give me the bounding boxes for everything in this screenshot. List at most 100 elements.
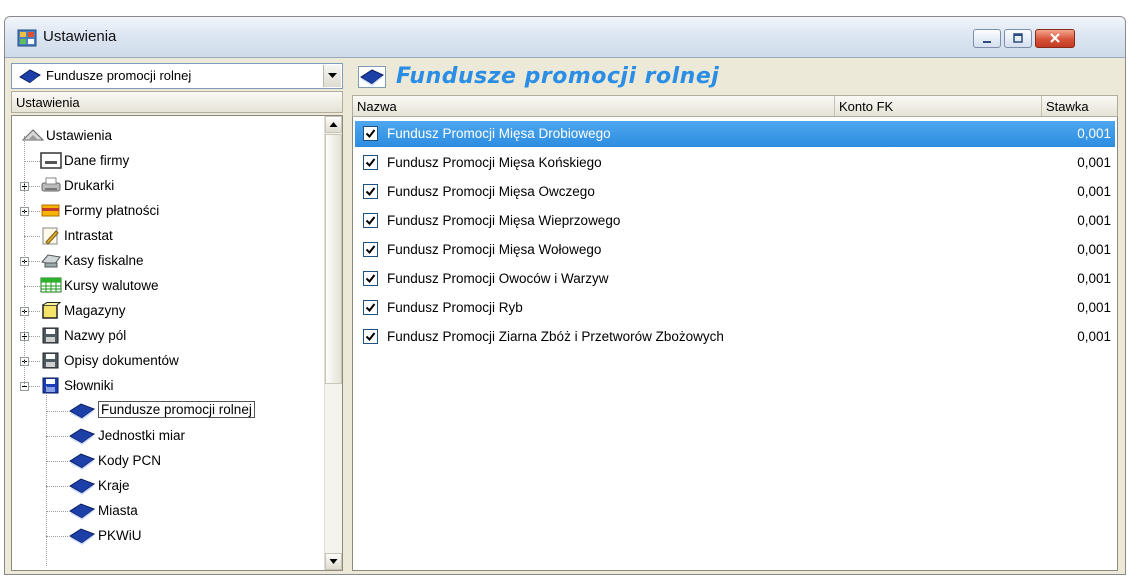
document-pencil-icon: [40, 227, 62, 248]
tree-node-label: PKWiU: [98, 528, 142, 543]
scroll-down-button[interactable]: [325, 553, 342, 570]
tree-node[interactable]: Ustawienia: [12, 124, 322, 149]
combo-dropdown-button[interactable]: [323, 65, 341, 87]
content-title: Fundusze promocji rolnej: [396, 64, 720, 89]
tree-node-label: Fundusze promocji rolnej: [98, 401, 255, 418]
checkmark-icon: [365, 158, 376, 168]
content-pane: Fundusze promocji rolnej Nazwa Konto FK …: [352, 59, 1120, 571]
checkmark-icon: [365, 129, 376, 139]
tree-scrollbar[interactable]: [324, 116, 342, 570]
checkmark-icon: [365, 187, 376, 197]
tree-node[interactable]: Intrastat: [12, 224, 322, 249]
pane-splitter[interactable]: [345, 59, 351, 571]
tree-node[interactable]: Formy płatności: [12, 199, 322, 224]
column-header-nazwa[interactable]: Nazwa: [353, 96, 835, 116]
checkmark-icon: [365, 303, 376, 313]
table-row[interactable]: Fundusz Promocji Mięsa Wołowego 0,001: [355, 237, 1115, 263]
fund-rate: 0,001: [1077, 329, 1111, 344]
tree-node[interactable]: Kasy fiskalne: [12, 249, 322, 274]
tree-node-label: Formy płatności: [64, 203, 160, 218]
row-checkbox[interactable]: [363, 155, 378, 170]
funds-grid: Fundusz Promocji Mięsa Drobiowego 0,001 Fu…: [352, 117, 1118, 571]
tree-node-label: Kody PCN: [98, 453, 162, 468]
minimize-icon: [983, 41, 991, 43]
floppy-icon: [40, 327, 62, 347]
table-row[interactable]: Fundusz Promocji Mięsa Wieprzowego 0,001: [355, 208, 1115, 234]
close-button[interactable]: [1035, 29, 1075, 48]
table-row[interactable]: Fundusz Promocji Ziarna Zbóż i Przetworó…: [355, 324, 1115, 350]
tree-node[interactable]: Opisy dokumentów: [12, 349, 322, 374]
tree-node-label: Nazwy pól: [64, 328, 127, 343]
table-row[interactable]: Fundusz Promocji Mięsa Owczego 0,001: [355, 179, 1115, 205]
tree-node-label: Kursy walutowe: [64, 278, 159, 293]
tree-node[interactable]: Jednostki miar: [12, 424, 322, 449]
book-icon: [68, 502, 96, 523]
tree-connector: [46, 411, 68, 412]
table-row[interactable]: Fundusz Promocji Mięsa Drobiowego 0,001: [355, 121, 1115, 147]
book-icon: [68, 427, 96, 448]
tree-node-label: Intrastat: [64, 228, 113, 243]
row-checkbox[interactable]: [363, 242, 378, 257]
settings-window: Ustawienia Fundusze promocji rolnej Usta…: [4, 16, 1126, 575]
tree-node-label: Słowniki: [64, 378, 114, 393]
scroll-thumb[interactable]: [325, 134, 342, 384]
fund-rate: 0,001: [1077, 242, 1111, 257]
chevron-down-icon: [328, 73, 337, 78]
fund-name: Fundusz Promocji Mięsa Wołowego: [387, 242, 602, 257]
grid-header: Nazwa Konto FK Stawka: [352, 95, 1118, 117]
table-row[interactable]: Fundusz Promocji Mięsa Końskiego 0,001: [355, 150, 1115, 176]
tree-connector: [24, 161, 40, 162]
title-bar[interactable]: Ustawienia: [5, 17, 1125, 58]
row-checkbox[interactable]: [363, 184, 378, 199]
tree-node[interactable]: Fundusze promocji rolnej: [12, 399, 322, 424]
arrow-down-icon: [329, 559, 338, 564]
column-header-stawka[interactable]: Stawka: [1042, 96, 1117, 116]
table-row[interactable]: Fundusz Promocji Owoców i Warzyw 0,001: [355, 266, 1115, 292]
content-title-bar: Fundusze promocji rolnej: [352, 63, 1120, 93]
tree-node-label: Opisy dokumentów: [64, 353, 179, 368]
tree-node[interactable]: Kursy walutowe: [12, 274, 322, 299]
fund-name: Fundusz Promocji Mięsa Końskiego: [387, 155, 602, 170]
tree-node-label: Magazyny: [64, 303, 126, 318]
payment-icon: [40, 202, 62, 221]
tree-node[interactable]: Nazwy pól: [12, 324, 322, 349]
tree-connector: [46, 386, 47, 566]
tree-connector: [46, 536, 68, 537]
settings-tree[interactable]: Ustawienia Dane firmy Drukarki Formy płatno…: [11, 115, 343, 571]
row-checkbox[interactable]: [363, 300, 378, 315]
fund-name: Fundusz Promocji Ziarna Zbóż i Przetworó…: [387, 329, 724, 344]
tree-node-label: Dane firmy: [64, 153, 130, 168]
minimize-button[interactable]: [973, 29, 1001, 48]
tree-node-label: Miasta: [98, 503, 138, 518]
company-card-icon: [40, 152, 62, 172]
tree-node[interactable]: PKWiU: [12, 524, 322, 549]
printer-icon: [40, 177, 62, 196]
tree-node[interactable]: Kody PCN: [12, 449, 322, 474]
tree-node[interactable]: Magazyny: [12, 299, 322, 324]
section-combo[interactable]: Fundusze promocji rolnej: [11, 63, 343, 89]
tree-connector: [24, 136, 25, 386]
tree-node[interactable]: Kraje: [12, 474, 322, 499]
tree-node[interactable]: Słowniki: [12, 374, 322, 399]
book-icon: [68, 527, 96, 548]
warehouse-icon: [40, 302, 62, 322]
checkmark-icon: [365, 332, 376, 342]
tree-connector: [46, 486, 68, 487]
row-checkbox[interactable]: [363, 126, 378, 141]
scroll-up-button[interactable]: [325, 116, 342, 133]
row-checkbox[interactable]: [363, 271, 378, 286]
fund-rate: 0,001: [1077, 213, 1111, 228]
row-checkbox[interactable]: [363, 213, 378, 228]
table-row[interactable]: Fundusz Promocji Ryb 0,001: [355, 295, 1115, 321]
tree-node-label: Jednostki miar: [98, 428, 186, 443]
tree-node[interactable]: Dane firmy: [12, 149, 322, 174]
floppy-blue-icon: [40, 377, 62, 397]
settings-icon: [21, 127, 45, 146]
tree-node[interactable]: Miasta: [12, 499, 322, 524]
column-header-konto-fk[interactable]: Konto FK: [835, 96, 1042, 116]
row-checkbox[interactable]: [363, 329, 378, 344]
tree-node[interactable]: Drukarki: [12, 174, 322, 199]
maximize-button[interactable]: [1004, 29, 1032, 48]
table-grid-icon: [40, 277, 62, 296]
combo-value: Fundusze promocji rolnej: [46, 68, 192, 83]
